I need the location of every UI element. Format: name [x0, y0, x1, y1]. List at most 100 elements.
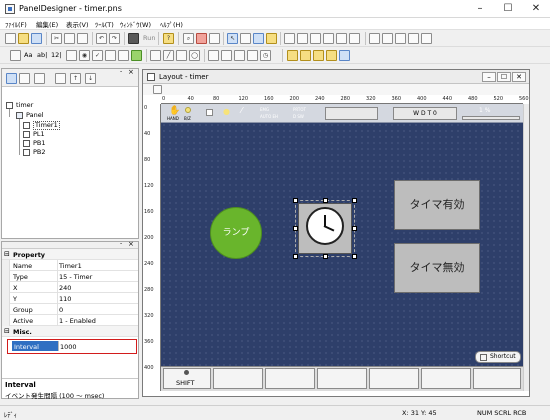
align-right-icon[interactable]: [310, 33, 321, 44]
vertical-scrollbar[interactable]: [523, 104, 529, 391]
prop-value[interactable]: 240: [59, 284, 71, 292]
rect-button-icon[interactable]: [118, 50, 129, 61]
text-tool-ab[interactable]: ab|: [37, 51, 47, 59]
align-center-icon[interactable]: [297, 33, 308, 44]
prop-row-type[interactable]: Type 15 - Timer: [2, 271, 138, 282]
menu-help[interactable]: ﾍﾙﾌﾟ(H): [160, 19, 183, 29]
checkbox-tool-icon[interactable]: [66, 50, 77, 61]
copy-icon[interactable]: [64, 33, 75, 44]
lock-icon[interactable]: [339, 50, 350, 61]
function-key[interactable]: [473, 368, 521, 389]
paste-icon[interactable]: [77, 33, 88, 44]
prop-pin-button[interactable]: -: [120, 240, 122, 247]
pages-tab-icon[interactable]: [19, 73, 30, 84]
list-tab-icon[interactable]: [34, 73, 45, 84]
prop-row-group[interactable]: Group 0: [2, 304, 138, 315]
timer-enable-button[interactable]: タイマ有効: [394, 180, 480, 230]
property-header[interactable]: ⊟ Property: [2, 249, 138, 260]
send-back-icon[interactable]: [326, 50, 337, 61]
group-icon[interactable]: [287, 50, 298, 61]
layout-close-button[interactable]: ✕: [512, 72, 526, 82]
help-icon[interactable]: ?: [163, 33, 174, 44]
select-arrow-icon[interactable]: ↖: [227, 33, 238, 44]
menu-window[interactable]: ｳｨﾝﾄﾞｳ(W): [120, 19, 151, 29]
layout-maximize-button[interactable]: ☐: [497, 72, 511, 82]
function-key[interactable]: [421, 368, 471, 389]
function-key[interactable]: [265, 368, 315, 389]
ellipse-tool-icon[interactable]: ◯: [189, 50, 200, 61]
prop-row-x[interactable]: X 240: [2, 282, 138, 293]
text-tool-12[interactable]: 12|: [51, 51, 61, 59]
image-tool-icon[interactable]: [208, 50, 219, 61]
layout-minimize-button[interactable]: –: [482, 72, 496, 82]
radio-tool-icon[interactable]: ◉: [79, 50, 90, 61]
find-icon[interactable]: ⌕: [183, 33, 194, 44]
page-icon[interactable]: [153, 85, 162, 94]
same-width-icon[interactable]: [369, 33, 380, 44]
undo-icon[interactable]: ↶: [96, 33, 107, 44]
menu-view[interactable]: 表示(V): [66, 19, 89, 29]
align-middle-icon[interactable]: [336, 33, 347, 44]
menu-file[interactable]: ﾌｧｲﾙ(F): [5, 19, 27, 29]
snap-icon[interactable]: [266, 33, 277, 44]
shortcut-button[interactable]: Shortcut: [475, 351, 521, 363]
text-box-icon[interactable]: [150, 50, 161, 61]
prop-close-button[interactable]: ×: [128, 240, 134, 248]
same-size-icon[interactable]: [395, 33, 406, 44]
grid-toggle-icon[interactable]: [253, 33, 264, 44]
move-down-icon[interactable]: ↓: [85, 73, 96, 84]
close-button[interactable]: ✕: [522, 0, 550, 18]
prop-value[interactable]: 1 - Enabled: [59, 317, 96, 325]
table-tool-icon[interactable]: [221, 50, 232, 61]
prop-value[interactable]: 110: [59, 295, 71, 303]
lamp-tool-icon[interactable]: [131, 50, 142, 61]
meter-tool-icon[interactable]: [247, 50, 258, 61]
align-top-icon[interactable]: [323, 33, 334, 44]
prop-row-interval[interactable]: Interval 1000: [7, 339, 137, 354]
redo-icon[interactable]: ↷: [109, 33, 120, 44]
button-tool-icon[interactable]: [105, 50, 116, 61]
tree-pin-button[interactable]: -: [120, 68, 122, 75]
bar-tool-icon[interactable]: [234, 50, 245, 61]
shift-key[interactable]: SHIFT: [163, 368, 211, 389]
space-down-icon[interactable]: [421, 33, 432, 44]
misc-header[interactable]: ⊟ Misc.: [2, 326, 138, 337]
hand-tool-icon[interactable]: [240, 33, 251, 44]
timer-selection[interactable]: [293, 198, 357, 259]
rectangle-tool-icon[interactable]: [176, 50, 187, 61]
prop-row-active[interactable]: Active 1 - Enabled: [2, 315, 138, 326]
same-height-icon[interactable]: [382, 33, 393, 44]
tree-close-button[interactable]: ×: [128, 68, 134, 76]
design-canvas[interactable]: ✋ HAND B/Z ● ⁄ EMG AUTO EH PRTOT D SW W …: [161, 104, 523, 391]
function-key[interactable]: [317, 368, 367, 389]
prop-row-y[interactable]: Y 110: [2, 293, 138, 304]
pointer-icon[interactable]: [10, 50, 21, 61]
maximize-button[interactable]: ☐: [494, 0, 522, 18]
check-tool-icon[interactable]: ✓: [92, 50, 103, 61]
lamp-pl1[interactable]: ランプ: [210, 207, 262, 259]
tree-config-icon[interactable]: [55, 73, 66, 84]
prop-value[interactable]: 15 - Timer: [59, 273, 92, 281]
save-icon[interactable]: [31, 33, 42, 44]
space-across-icon[interactable]: [408, 33, 419, 44]
objects-tab-icon[interactable]: [6, 73, 17, 84]
zoom-icon[interactable]: [196, 33, 207, 44]
find-replace-icon[interactable]: [209, 33, 220, 44]
prop-row-name[interactable]: Name Timer1: [2, 260, 138, 271]
move-up-icon[interactable]: ↑: [70, 73, 81, 84]
print-icon[interactable]: [128, 33, 139, 44]
prop-value[interactable]: 0: [59, 306, 63, 314]
prop-value[interactable]: Timer1: [59, 262, 82, 270]
line-tool-icon[interactable]: ╱: [163, 50, 174, 61]
function-key[interactable]: [369, 368, 419, 389]
open-icon[interactable]: [18, 33, 29, 44]
timer-tool-icon[interactable]: ◷: [260, 50, 271, 61]
new-icon[interactable]: [5, 33, 16, 44]
interval-value[interactable]: 1000: [60, 343, 77, 351]
cut-icon[interactable]: ✂: [51, 33, 62, 44]
ungroup-icon[interactable]: [300, 50, 311, 61]
run-label[interactable]: Run: [143, 34, 155, 42]
align-left-icon[interactable]: [284, 33, 295, 44]
minimize-button[interactable]: –: [466, 0, 494, 18]
bring-front-icon[interactable]: [313, 50, 324, 61]
